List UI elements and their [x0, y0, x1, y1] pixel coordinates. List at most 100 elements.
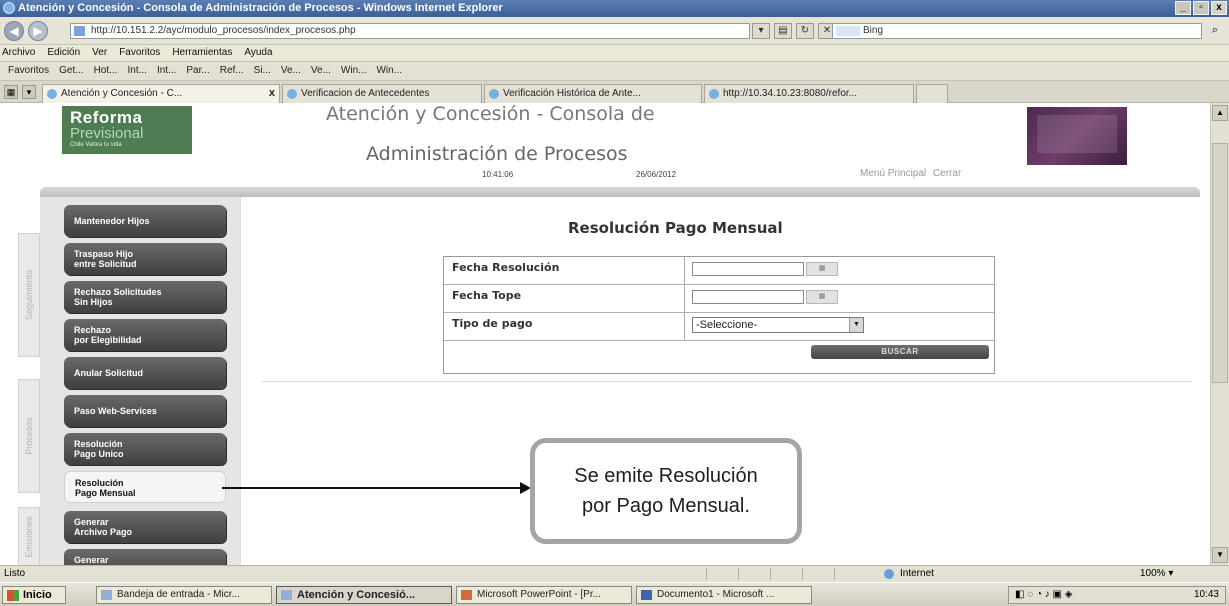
favorite-link[interactable]: Ve...	[311, 62, 331, 80]
dropdown-icon[interactable]: ▾	[752, 23, 770, 39]
menu-principal-link[interactable]: Menú Principal	[860, 168, 926, 179]
status-segment	[770, 568, 800, 580]
globe-icon	[884, 569, 894, 579]
cerrar-link[interactable]: Cerrar	[933, 168, 961, 179]
favorite-link[interactable]: Si...	[254, 62, 271, 80]
nav-generar[interactable]: Generar	[64, 549, 226, 565]
favorites-button[interactable]: Favoritos	[8, 62, 49, 80]
window-controls: _ ▫ x	[1175, 1, 1227, 15]
tab-list-icon[interactable]: ▾	[22, 85, 36, 99]
close-tab-icon[interactable]: x	[269, 85, 275, 102]
favorite-link[interactable]: Int...	[157, 62, 176, 80]
favorite-link[interactable]: Ref...	[220, 62, 244, 80]
calendar-icon[interactable]: ▦	[806, 290, 838, 304]
fecha-resolucion-input[interactable]	[692, 262, 804, 276]
menu-ayuda[interactable]: Ayuda	[244, 45, 272, 61]
favorite-link[interactable]: Win...	[341, 62, 367, 80]
taskbar-item-outlook[interactable]: Bandeja de entrada - Micr...	[96, 586, 272, 604]
taskbar-item-word[interactable]: Documento1 - Microsoft ...	[636, 586, 812, 604]
maximize-button[interactable]: ▫	[1193, 1, 1209, 15]
quick-tabs-icon[interactable]: ▦	[4, 85, 18, 99]
favorite-link[interactable]: Get...	[59, 62, 83, 80]
side-tab-label: Seguimiento	[24, 269, 34, 321]
favorite-link[interactable]: Int...	[127, 62, 146, 80]
search-input[interactable]: Bing	[832, 23, 1202, 39]
side-tab-label: Procesos	[24, 417, 34, 455]
form-title: Resolución Pago Mensual	[568, 219, 783, 237]
page-title-line2: Administración de Procesos	[366, 143, 628, 165]
scroll-thumb[interactable]	[1212, 143, 1228, 383]
fecha-tope-input[interactable]	[692, 290, 804, 304]
compat-icon[interactable]: ▤	[774, 23, 792, 39]
menu-edicion[interactable]: Edición	[47, 45, 80, 61]
favorite-link[interactable]: Hot...	[94, 62, 118, 80]
address-toolbar: ◀ ▶ http://10.151.2.2/ayc/modulo_proceso…	[0, 17, 1229, 45]
side-tab-seguimiento[interactable]: Seguimiento	[18, 233, 40, 357]
scroll-up-icon[interactable]: ▲	[1212, 105, 1228, 121]
tab-url[interactable]: http://10.34.10.23:8080/refor...	[704, 84, 914, 103]
start-label: Inicio	[23, 589, 52, 601]
nav-resolucion-pago-mensual[interactable]: Resolución Pago Mensual	[64, 471, 226, 503]
taskbar-item-ie[interactable]: Atención y Concesió...	[276, 586, 452, 604]
calendar-icon[interactable]: ▦	[806, 262, 838, 276]
menu-archivo[interactable]: Archivo	[2, 45, 35, 61]
nav-mantenedor-hijos[interactable]: Mantenedor Hijos	[64, 205, 226, 237]
buscar-button[interactable]: BUSCAR	[811, 345, 989, 359]
taskbar-item-powerpoint[interactable]: Microsoft PowerPoint - [Pr...	[456, 586, 632, 604]
side-tab-emisiones[interactable]: Emisiones	[18, 507, 40, 565]
nav-label: Paso Web-Services	[74, 406, 157, 416]
new-tab-button[interactable]	[916, 84, 948, 103]
status-bar: Listo Internet 100% ▾	[0, 565, 1229, 582]
status-text: Listo	[4, 568, 26, 579]
forward-button[interactable]: ▶	[28, 21, 48, 41]
tray-icons[interactable]: ◧ ◌ ◔ ♪ ▣ ◈	[1015, 589, 1072, 600]
bing-icon	[836, 26, 860, 36]
fecha-resolucion-label: Fecha Resolución	[452, 261, 560, 274]
favorite-link[interactable]: Win...	[376, 62, 402, 80]
nav-label: Sin Hijos	[74, 297, 113, 307]
menu-favoritos[interactable]: Favoritos	[119, 45, 160, 61]
refresh-icon[interactable]: ↻	[796, 23, 814, 39]
close-button[interactable]: x	[1211, 1, 1227, 15]
nav-label: entre Solicitud	[74, 259, 137, 269]
search-form-table: Fecha Resolución ▦ Fecha Tope ▦ Tipo de …	[443, 256, 995, 374]
nav-generar-archivo-pago[interactable]: Generar Archivo Pago	[64, 511, 226, 543]
tab-verificacion-historica[interactable]: Verificación Histórica de Ante...	[484, 84, 702, 103]
tab-label: Verificacion de Antecedentes	[301, 88, 430, 99]
select-value: -Seleccione-	[696, 319, 758, 331]
logo-subtext: Previsional	[70, 125, 144, 142]
favorite-link[interactable]: Par...	[186, 62, 209, 80]
tab-label: http://10.34.10.23:8080/refor...	[723, 88, 857, 99]
header-date: 26/06/2012	[636, 170, 677, 179]
favorite-link[interactable]: Ve...	[281, 62, 301, 80]
clock: 10:43	[1193, 589, 1219, 600]
ie-icon	[281, 590, 292, 600]
side-nav-panel: Mantenedor Hijos Traspaso Hijo entre Soli…	[40, 197, 240, 565]
row-buscar: BUSCAR	[444, 341, 994, 373]
nav-label: Pago Unico	[74, 449, 124, 459]
zoom-control[interactable]: 100% ▾	[1140, 566, 1173, 582]
nav-paso-web-services[interactable]: Paso Web-Services	[64, 395, 226, 427]
tab-verificacion[interactable]: Verificacion de Antecedentes	[282, 84, 482, 103]
menu-herramientas[interactable]: Herramientas	[172, 45, 232, 61]
nav-rechazo-elegibilidad[interactable]: Rechazo por Elegibilidad	[64, 319, 226, 351]
tab-label: Verificación Histórica de Ante...	[503, 88, 641, 99]
nav-resolucion-pago-unico[interactable]: Resolución Pago Unico	[64, 433, 226, 465]
tab-atencion[interactable]: Atención y Concesión - C... x	[42, 84, 280, 103]
nav-anular-solicitud[interactable]: Anular Solicitud	[64, 357, 226, 389]
menu-ver[interactable]: Ver	[92, 45, 107, 61]
side-tab-procesos[interactable]: Procesos	[18, 379, 40, 493]
nav-label: Anular Solicitud	[74, 368, 144, 378]
nav-traspaso-hijo[interactable]: Traspaso Hijo entre Solicitud	[64, 243, 226, 275]
cell-divider	[684, 313, 685, 340]
start-button[interactable]: Inicio	[2, 586, 66, 604]
nav-rechazo-solicitudes[interactable]: Rechazo Solicitudes Sin Hijos	[64, 281, 226, 313]
tipo-pago-select[interactable]: -Seleccione- ▼	[692, 317, 864, 333]
address-input[interactable]: http://10.151.2.2/ayc/modulo_procesos/in…	[70, 23, 750, 39]
vertical-scrollbar[interactable]: ▲ ▼	[1210, 103, 1229, 565]
minimize-button[interactable]: _	[1175, 1, 1191, 15]
scroll-down-icon[interactable]: ▼	[1212, 547, 1228, 563]
outlook-icon	[101, 590, 112, 600]
back-button[interactable]: ◀	[4, 21, 24, 41]
search-icon[interactable]: ⌕	[1205, 23, 1225, 39]
